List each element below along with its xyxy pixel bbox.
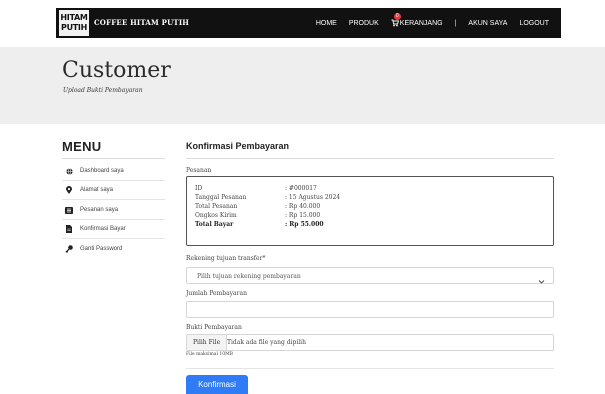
order-shipping-label: Ongkos Kirim (195, 212, 237, 219)
nav-akun[interactable]: AKUN SAYA (468, 20, 507, 27)
konfirmasi-button[interactable]: Konfirmasi (186, 375, 248, 394)
nav-links: HOME PRODUK 0 KERANJANG | AKUN SAYA LOGO… (316, 8, 561, 38)
sidebar-item-konfirmasi[interactable]: Konfirmasi Bayar (62, 220, 165, 239)
file-status: Tidak ada file yang dipilih (227, 339, 306, 346)
sidebar-item-alamat[interactable]: Alamat saya (62, 181, 165, 200)
order-shipping-row: Ongkos Kirim : Rp 15.000 (195, 212, 320, 219)
order-total-label: Total Pesanan (195, 203, 238, 210)
nav-logout[interactable]: LOGOUT (519, 20, 549, 27)
menu-title: MENU (62, 139, 102, 154)
rekening-select[interactable]: Pilih tujuan rekening pembayaran (186, 267, 554, 284)
order-pay-label: Total Bayar (195, 221, 234, 228)
cart-badge: 0 (393, 13, 401, 20)
navbar-bar: HITAM PUTIH COFFEE HITAM PUTIH HOME PROD… (56, 8, 561, 38)
choose-file-button[interactable]: Pilih File (187, 335, 228, 350)
page-title: Customer (62, 58, 171, 83)
order-id-label: ID (195, 185, 203, 192)
cart-icon: 0 (391, 13, 401, 27)
brand-name[interactable]: COFFEE HITAM PUTIH (94, 18, 189, 27)
order-pay-row: Total Bayar : Rp 55.000 (195, 221, 324, 228)
nav-produk[interactable]: PRODUK (349, 20, 379, 27)
order-date-label: Tanggal Pesanan (195, 194, 247, 201)
sidebar-item-label: Konfirmasi Bayar (80, 226, 126, 232)
bukti-file-input[interactable]: Pilih File Tidak ada file yang dipilih (186, 334, 554, 351)
rekening-label: Rekening tujuan transfer* (186, 255, 266, 262)
order-pay-value: : Rp 55.000 (285, 221, 324, 228)
sidebar-item-label: Pesanan saya (80, 207, 119, 213)
jumlah-input[interactable] (186, 301, 554, 318)
order-id-value: : #000017 (285, 185, 317, 192)
list-icon (65, 206, 73, 214)
navbar: HITAM PUTIH COFFEE HITAM PUTIH HOME PROD… (0, 0, 605, 47)
nav-keranjang-label: KERANJANG (399, 19, 443, 27)
bukti-label: Bukti Pembayaran (186, 324, 242, 331)
sidebar-item-label: Ganti Password (80, 245, 123, 252)
order-date-row: Tanggal Pesanan : 15 Agustus 2024 (195, 194, 340, 201)
file-hint: File maksimal 10MB (186, 352, 233, 357)
logo[interactable]: HITAM PUTIH (59, 10, 89, 36)
rekening-select-value: Pilih tujuan rekening pembayaran (197, 273, 301, 280)
order-total-value: : Rp 40.000 (285, 203, 321, 210)
file-icon (65, 225, 73, 233)
sidebar-item-dashboard[interactable]: Dashboard saya (62, 162, 165, 181)
pesanan-label: Pesanan (186, 167, 212, 174)
jumlah-label: Jumlah Pembayaran (186, 290, 247, 297)
form-divider (186, 368, 554, 369)
nav-home[interactable]: HOME (316, 20, 337, 27)
map-pin-icon (65, 186, 73, 194)
sidebar-item-label: Dashboard saya (80, 168, 124, 174)
globe-icon (65, 167, 73, 175)
order-id-row: ID : #000017 (195, 185, 317, 192)
order-date-value: : 15 Agustus 2024 (285, 194, 341, 201)
nav-separator: | (454, 19, 457, 27)
order-total-row: Total Pesanan : Rp 40.000 (195, 203, 320, 210)
logo-text: HITAM PUTIH (60, 13, 88, 32)
sidebar-item-password[interactable]: Ganti Password (62, 239, 165, 258)
sidebar-item-label: Alamat saya (80, 187, 114, 193)
key-icon (65, 244, 73, 253)
section-title: Konfirmasi Pembayaran (186, 141, 290, 151)
page-subtitle: Upload Bukti Pembayaran (63, 87, 143, 94)
menu-divider (62, 158, 165, 159)
order-shipping-value: : Rp 15.000 (285, 212, 321, 219)
chevron-down-icon (538, 272, 545, 284)
section-divider (186, 158, 554, 159)
order-summary: ID : #000017 Tanggal Pesanan : 15 Agustu… (186, 176, 554, 246)
sidebar-item-pesanan[interactable]: Pesanan saya (62, 201, 165, 220)
nav-keranjang[interactable]: 0 KERANJANG (391, 13, 443, 27)
